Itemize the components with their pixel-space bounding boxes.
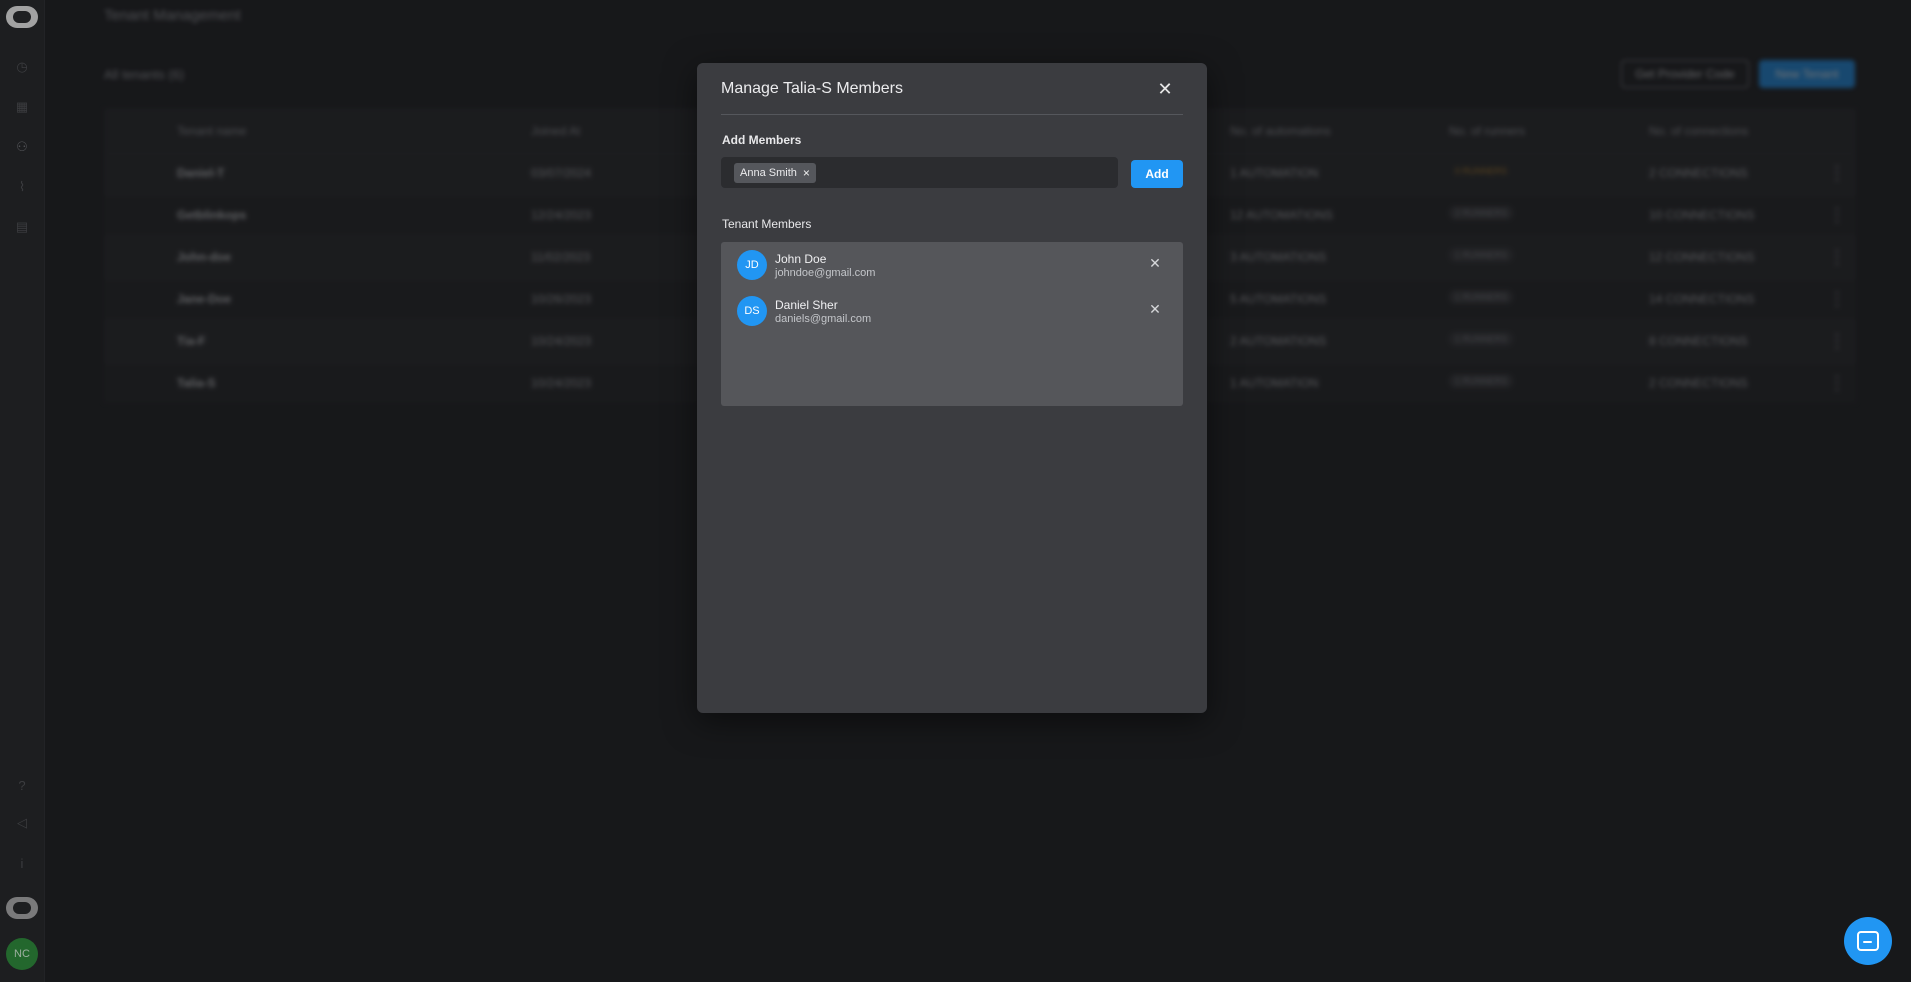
member-name: John Doe [775,252,827,266]
add-button[interactable]: Add [1131,160,1183,188]
remove-member-icon[interactable]: ✕ [1147,255,1163,271]
member-email: daniels@gmail.com [775,313,872,325]
chip-remove-icon[interactable]: × [803,166,810,180]
avatar: DS [737,296,767,326]
chat-launcher-button[interactable] [1844,917,1892,965]
avatar-initials: JD [745,259,759,271]
remove-member-icon[interactable]: ✕ [1147,301,1163,317]
members-list: JD John Doe johndoe@gmail.com ✕ DS Danie… [721,242,1183,406]
member-search-input[interactable] [815,157,1118,188]
chat-icon [1857,931,1879,951]
tenant-members-label: Tenant Members [722,217,812,231]
chip-label: Anna Smith [740,166,797,179]
avatar: JD [737,250,767,280]
member-picker-input[interactable]: Anna Smith × [721,157,1118,188]
list-item: JD John Doe johndoe@gmail.com ✕ [721,242,1183,282]
modal-title: Manage Talia-S Members [721,80,904,97]
manage-members-modal: Manage Talia-S Members ✕ Add Members Ann… [697,63,1207,713]
list-item: DS Daniel Sher daniels@gmail.com ✕ [721,288,1183,328]
divider [721,114,1183,115]
avatar-initials: DS [744,305,760,317]
close-icon[interactable]: ✕ [1155,79,1175,99]
member-name: Daniel Sher [775,298,838,312]
add-members-label: Add Members [722,133,802,147]
member-email: johndoe@gmail.com [775,267,876,279]
selected-member-chip: Anna Smith × [734,162,816,183]
